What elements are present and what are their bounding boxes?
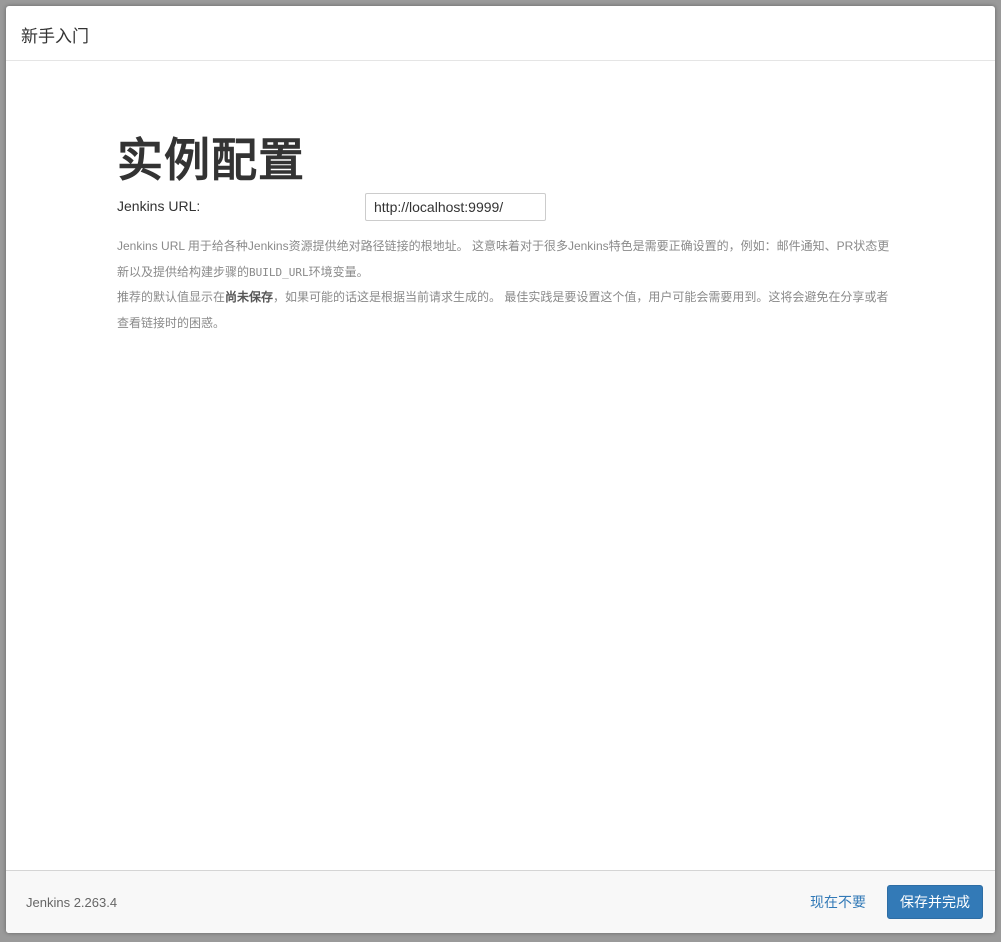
skip-button[interactable]: 现在不要 bbox=[802, 885, 874, 919]
jenkins-version: Jenkins 2.263.4 bbox=[26, 895, 118, 910]
jenkins-url-help: Jenkins URL 用于给各种Jenkins资源提供绝对路径链接的根地址。 … bbox=[117, 234, 892, 336]
page-title: 实例配置 bbox=[117, 134, 305, 186]
jenkins-url-input[interactable] bbox=[365, 193, 546, 221]
setup-dialog: 新手入门 实例配置 Jenkins URL: Jenkins URL 用于给各种… bbox=[6, 6, 995, 933]
dialog-title: 新手入门 bbox=[21, 27, 89, 46]
dialog-footer: Jenkins 2.263.4 现在不要 保存并完成 bbox=[6, 870, 995, 933]
dialog-header: 新手入门 bbox=[6, 6, 995, 61]
jenkins-url-label: Jenkins URL: bbox=[117, 198, 201, 214]
help-text: Jenkins URL 用于给各种Jenkins资源提供绝对路径链接的根地址。 … bbox=[117, 239, 890, 279]
build-url-code: BUILD_URL bbox=[249, 265, 309, 279]
help-paragraph-1: Jenkins URL 用于给各种Jenkins资源提供绝对路径链接的根地址。 … bbox=[117, 234, 892, 285]
help-text: 推荐的默认值显示在 bbox=[117, 290, 226, 304]
help-paragraph-2: 推荐的默认值显示在尚未保存，如果可能的话这是根据当前请求生成的。 最佳实践是要设… bbox=[117, 285, 892, 336]
save-and-finish-button[interactable]: 保存并完成 bbox=[887, 885, 983, 919]
help-text: 环境变量。 bbox=[308, 264, 369, 279]
not-saved-emphasis: 尚未保存 bbox=[225, 290, 274, 304]
